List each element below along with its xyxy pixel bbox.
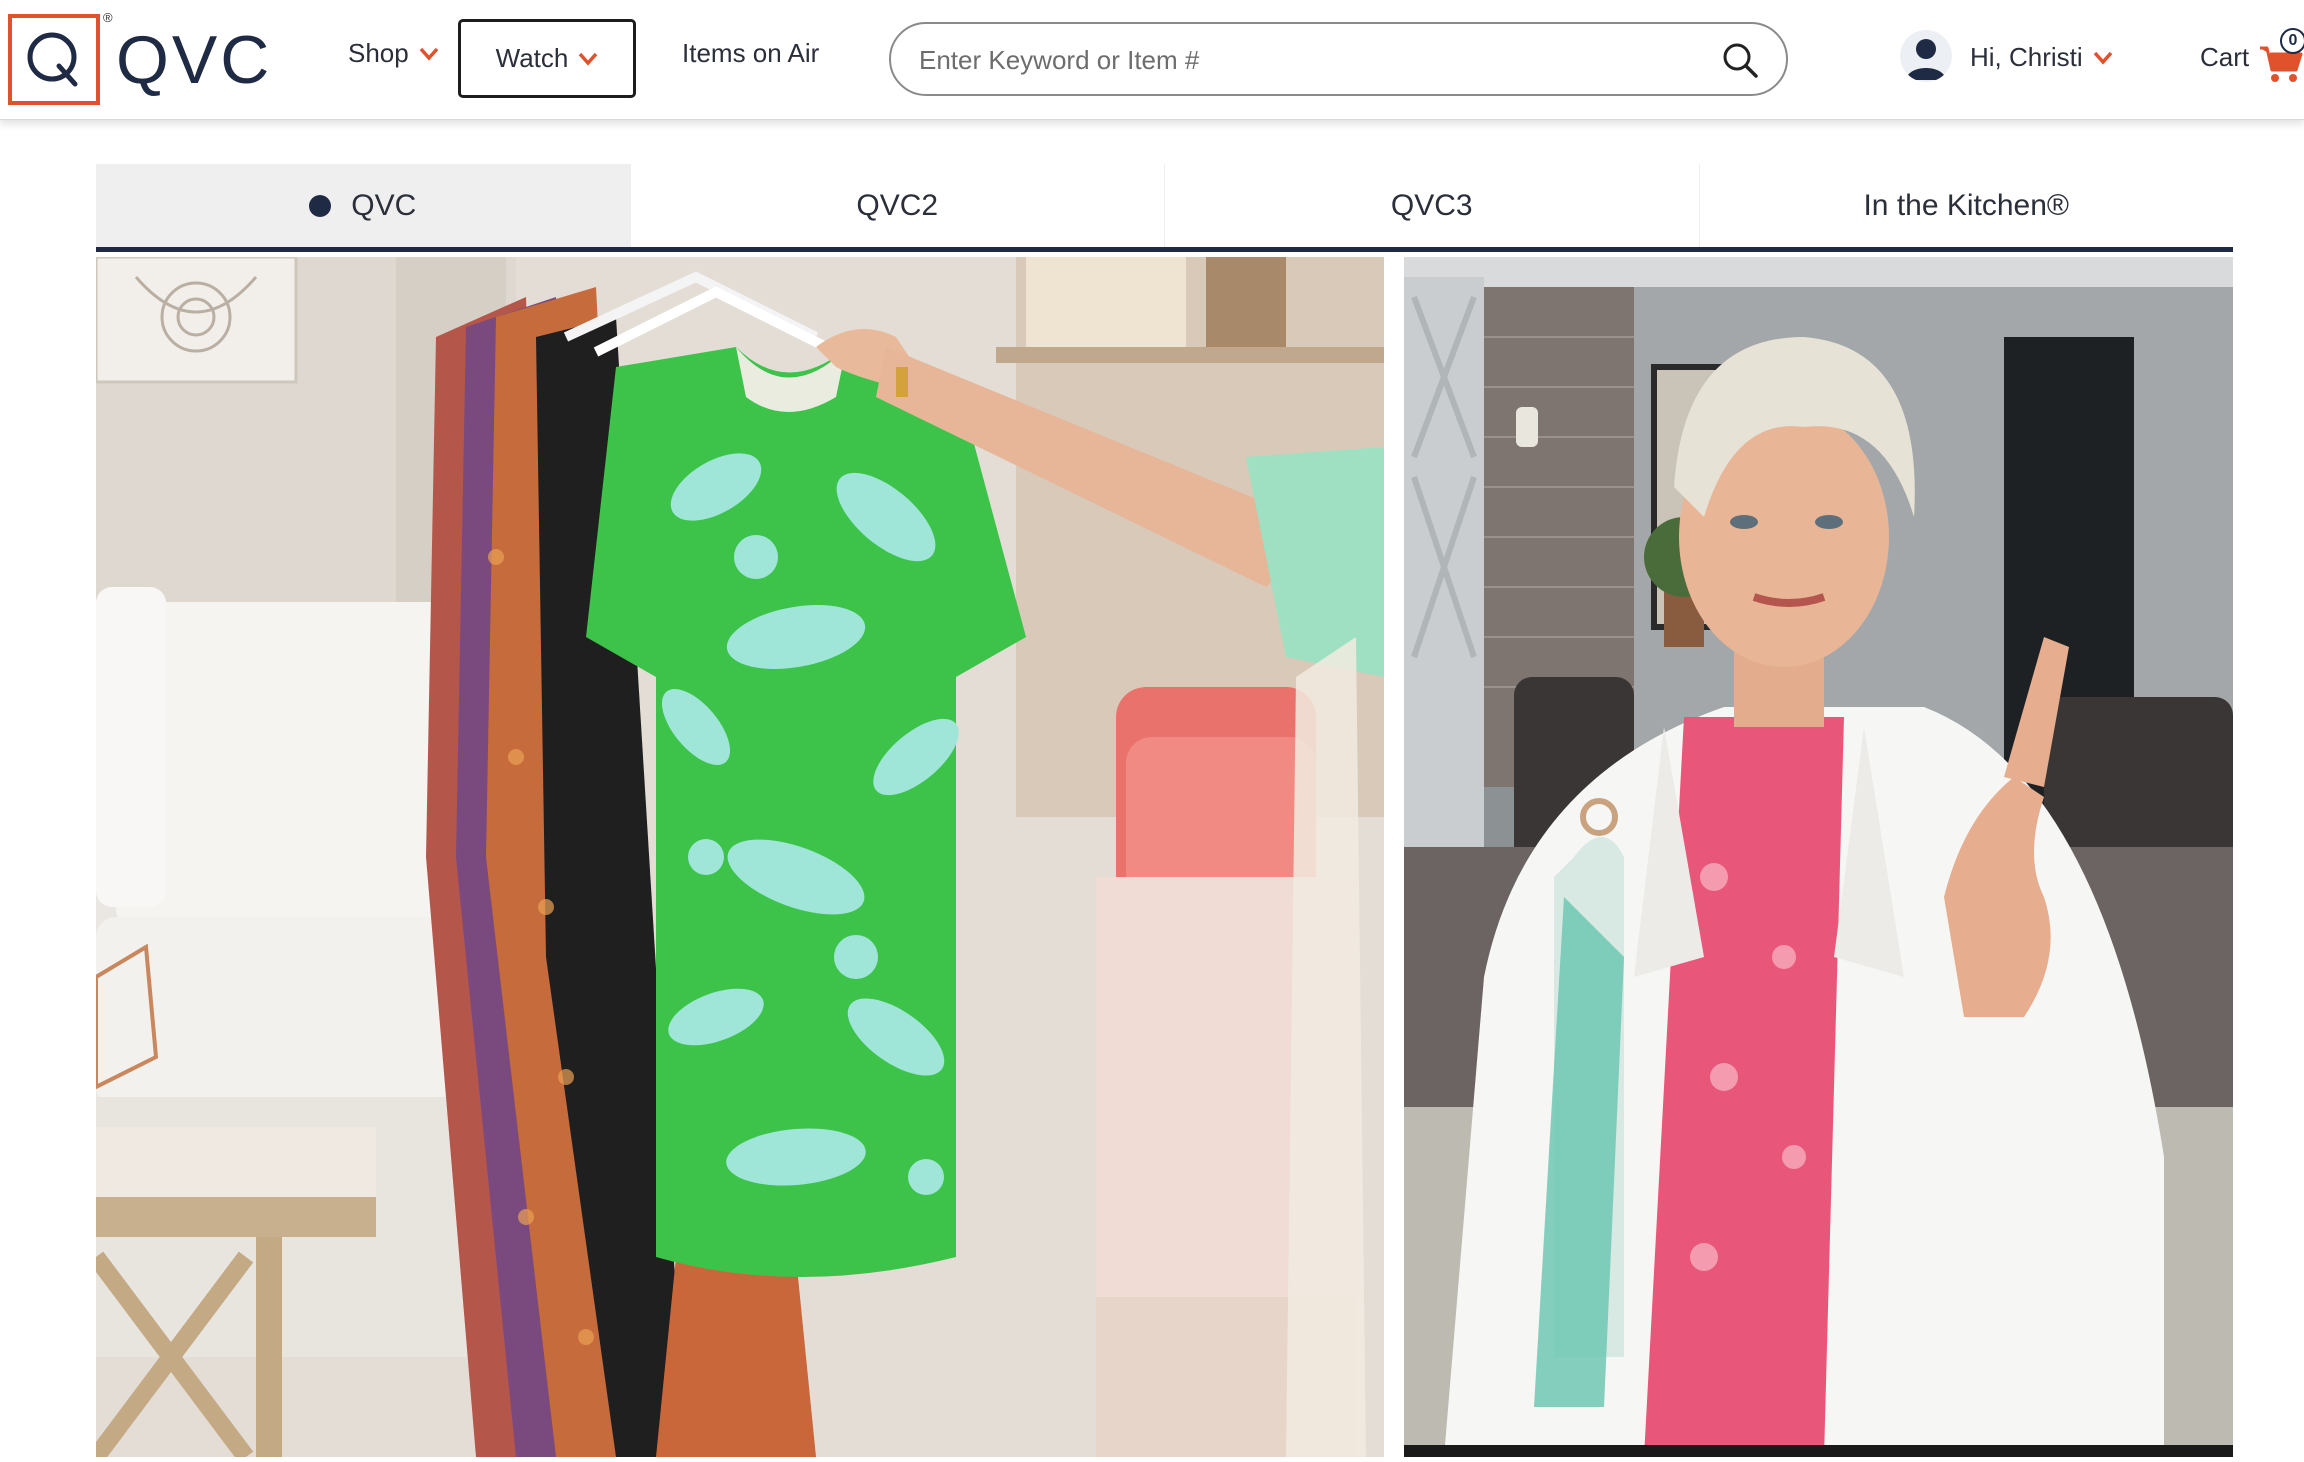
site-header: ® QVC Shop Watch Items on Air Hi, Christ… — [0, 0, 2304, 120]
chevron-down-icon — [419, 47, 439, 61]
tab-qvc[interactable]: QVC — [96, 164, 631, 247]
cart-link[interactable]: Cart — [2200, 42, 2249, 73]
tab-in-the-kitchen[interactable]: In the Kitchen® — [1700, 164, 2234, 247]
side-video-frame — [1404, 257, 2233, 1457]
main-video-player[interactable] — [96, 257, 1384, 1457]
nav-shop[interactable]: Shop — [348, 38, 439, 69]
cart-label: Cart — [2200, 42, 2250, 72]
qvc-logo[interactable] — [8, 14, 100, 105]
tab-label: QVC — [351, 188, 417, 222]
qvc-wordmark[interactable]: QVC — [116, 20, 272, 100]
nav-shop-label: Shop — [348, 38, 409, 68]
tab-label: QVC3 — [1390, 188, 1473, 222]
channel-tabs: QVC QVC2 QVC3 In the Kitchen® — [96, 164, 2233, 252]
nav-watch[interactable]: Watch — [458, 19, 636, 98]
account-menu[interactable]: Hi, Christi — [1970, 42, 2113, 73]
video-divider — [1384, 257, 1404, 1457]
search-bar — [889, 22, 1788, 96]
live-indicator-dot — [309, 194, 332, 217]
video-area — [96, 257, 2233, 1457]
nav-watch-label: Watch — [495, 43, 569, 73]
tab-label: QVC2 — [856, 188, 939, 222]
q-logo-icon — [27, 32, 78, 86]
nav-items-on-air-label: Items on Air — [682, 38, 820, 68]
side-video-player[interactable] — [1404, 257, 2233, 1457]
chevron-down-icon — [579, 52, 598, 66]
account-greeting: Hi, Christi — [1970, 42, 2083, 72]
search-icon[interactable] — [1720, 40, 1760, 80]
tab-qvc3[interactable]: QVC3 — [1165, 164, 1700, 247]
cart-count-badge: 0 — [2280, 28, 2304, 54]
nav-items-on-air[interactable]: Items on Air — [682, 38, 819, 69]
search-input[interactable] — [917, 38, 1697, 82]
main-video-frame — [96, 257, 1384, 1457]
tab-label: In the Kitchen® — [1863, 188, 2070, 222]
chevron-down-icon — [2093, 51, 2112, 65]
registered-mark: ® — [103, 10, 113, 25]
tab-qvc2[interactable]: QVC2 — [631, 164, 1165, 247]
user-icon — [1906, 39, 1946, 80]
side-video-bottom-bar — [1404, 1445, 2233, 1457]
user-avatar[interactable] — [1900, 30, 1952, 82]
